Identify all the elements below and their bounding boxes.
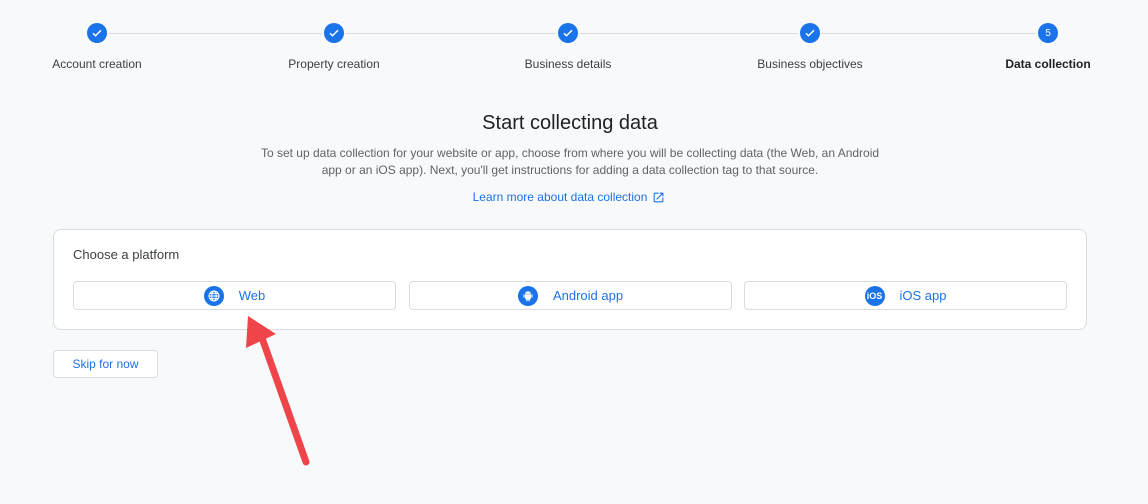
step-label: Account creation	[52, 57, 142, 71]
check-icon	[558, 23, 578, 43]
card-title: Choose a platform	[73, 247, 180, 262]
android-platform-button[interactable]: Android app	[409, 281, 732, 310]
ios-label: iOS app	[899, 288, 947, 303]
stepper-connector	[108, 33, 322, 34]
ios-platform-button[interactable]: iOS iOS app	[744, 281, 1067, 310]
check-icon	[324, 23, 344, 43]
step-number: 5	[1038, 23, 1058, 43]
progress-stepper: Account creation Property creation Busin…	[0, 0, 1148, 80]
step-label: Data collection	[1005, 57, 1091, 71]
page-description: To set up data collection for your websi…	[260, 146, 880, 177]
globe-icon	[203, 285, 224, 306]
annotation-arrow	[246, 316, 310, 466]
step-label: Business objectives	[757, 57, 863, 71]
check-icon	[87, 23, 107, 43]
android-label: Android app	[552, 288, 624, 303]
ios-icon: iOS	[864, 285, 885, 306]
web-platform-button[interactable]: Web	[73, 281, 396, 310]
step-label: Property creation	[288, 57, 380, 71]
web-label: Web	[238, 288, 266, 303]
stepper-connector	[821, 33, 1036, 34]
skip-for-now-button[interactable]: Skip for now	[53, 350, 158, 378]
external-link-icon	[654, 192, 664, 202]
stepper-connector	[579, 33, 798, 34]
learn-more-link[interactable]: Learn more about data collection	[0, 190, 1138, 204]
platform-card: Choose a platform Web Android app iOS iO…	[53, 229, 1087, 330]
page-title: Start collecting data	[482, 112, 658, 134]
learn-more-label: Learn more about data collection	[472, 190, 648, 204]
step-label: Business details	[524, 57, 612, 71]
check-icon	[800, 23, 820, 43]
stepper-connector	[345, 33, 556, 34]
android-icon	[517, 285, 538, 306]
